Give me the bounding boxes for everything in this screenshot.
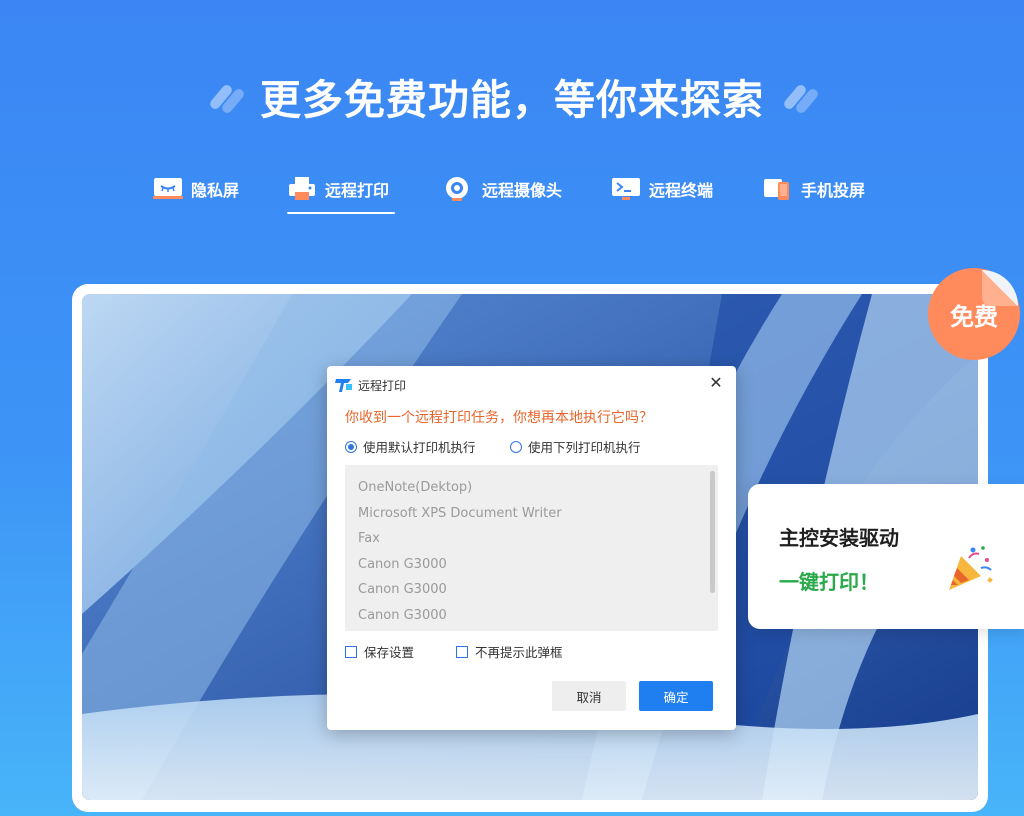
radio-label: 使用默认打印机执行 [363, 440, 476, 455]
checkbox-icon[interactable] [345, 645, 357, 658]
tab-remote-camera[interactable]: 远程摄像头 [444, 168, 562, 216]
list-item[interactable]: OneNote(Dektop) [345, 475, 718, 501]
radio-unselected-icon[interactable] [510, 440, 522, 453]
privacy-screen-icon [153, 176, 183, 202]
page-title: 更多免费功能，等你来探索 [260, 76, 764, 124]
slash-decoration-icon [200, 79, 250, 115]
slash-decoration-icon [774, 79, 824, 115]
promo-line-2: 一键打印！ [779, 570, 879, 594]
checkbox-label: 不再提示此弹框 [475, 645, 563, 660]
tab-privacy-screen[interactable]: 隐私屏 [153, 168, 239, 216]
tab-remote-print[interactable]: 远程打印 [287, 168, 395, 216]
radio-default-printer[interactable]: 使用默认打印机执行 [345, 437, 476, 456]
party-popper-icon [943, 542, 995, 594]
checkbox-label: 保存设置 [364, 645, 415, 660]
radio-label: 使用下列打印机执行 [528, 440, 641, 455]
tab-label: 隐私屏 [191, 181, 240, 200]
phone-cast-icon [763, 176, 793, 202]
free-badge: 免费 [928, 268, 1020, 360]
dialog-titlebar: 远程打印 [335, 374, 406, 396]
close-icon[interactable]: ✕ [708, 375, 724, 391]
radio-selected-icon[interactable] [345, 440, 357, 453]
ok-button[interactable]: 确定 [639, 681, 713, 711]
dialog-question: 你收到一个远程打印任务，你想再本地执行它吗？ [345, 410, 653, 426]
remote-print-dialog: 远程打印 ✕ 你收到一个远程打印任务，你想再本地执行它吗？ 使用默认打印机执行 … [327, 366, 736, 730]
promo-line-1: 主控安装驱动 [779, 526, 899, 550]
checkbox-save-settings[interactable]: 保存设置 [345, 642, 414, 661]
promo-card: 主控安装驱动 一键打印！ [748, 484, 1024, 629]
tab-label: 远程摄像头 [482, 181, 563, 200]
list-item[interactable]: Fax [345, 526, 718, 552]
tab-label: 远程终端 [649, 181, 714, 200]
list-item[interactable]: Canon G3000 [345, 577, 718, 603]
cancel-button[interactable]: 取消 [552, 681, 626, 711]
tab-label: 手机投屏 [801, 181, 866, 200]
list-item[interactable]: Canon G3000 [345, 552, 718, 578]
radio-list-printer[interactable]: 使用下列打印机执行 [510, 437, 641, 456]
feature-tabs: 隐私屏 远程打印 远程摄像头 远程终端 手机投屏 [0, 168, 1024, 218]
list-item[interactable]: Microsoft XPS Document Writer [345, 501, 718, 527]
tab-phone-cast[interactable]: 手机投屏 [763, 168, 865, 216]
list-item[interactable]: Canon G3000 [345, 603, 718, 629]
page-curl-icon [982, 270, 1018, 306]
list-scrollbar[interactable] [710, 471, 715, 593]
printer-list[interactable]: OneNote(Dektop) Microsoft XPS Document W… [345, 465, 718, 631]
tab-remote-terminal[interactable]: 远程终端 [611, 168, 713, 216]
app-logo-icon [335, 377, 353, 393]
headline: 更多免费功能，等你来探索 [0, 66, 1024, 126]
checkbox-no-prompt[interactable]: 不再提示此弹框 [456, 642, 563, 661]
terminal-icon [611, 176, 641, 202]
camera-icon [444, 176, 474, 202]
checkbox-icon[interactable] [456, 645, 468, 658]
dialog-title: 远程打印 [358, 378, 407, 393]
tab-label: 远程打印 [325, 181, 390, 200]
printer-icon [287, 176, 317, 202]
